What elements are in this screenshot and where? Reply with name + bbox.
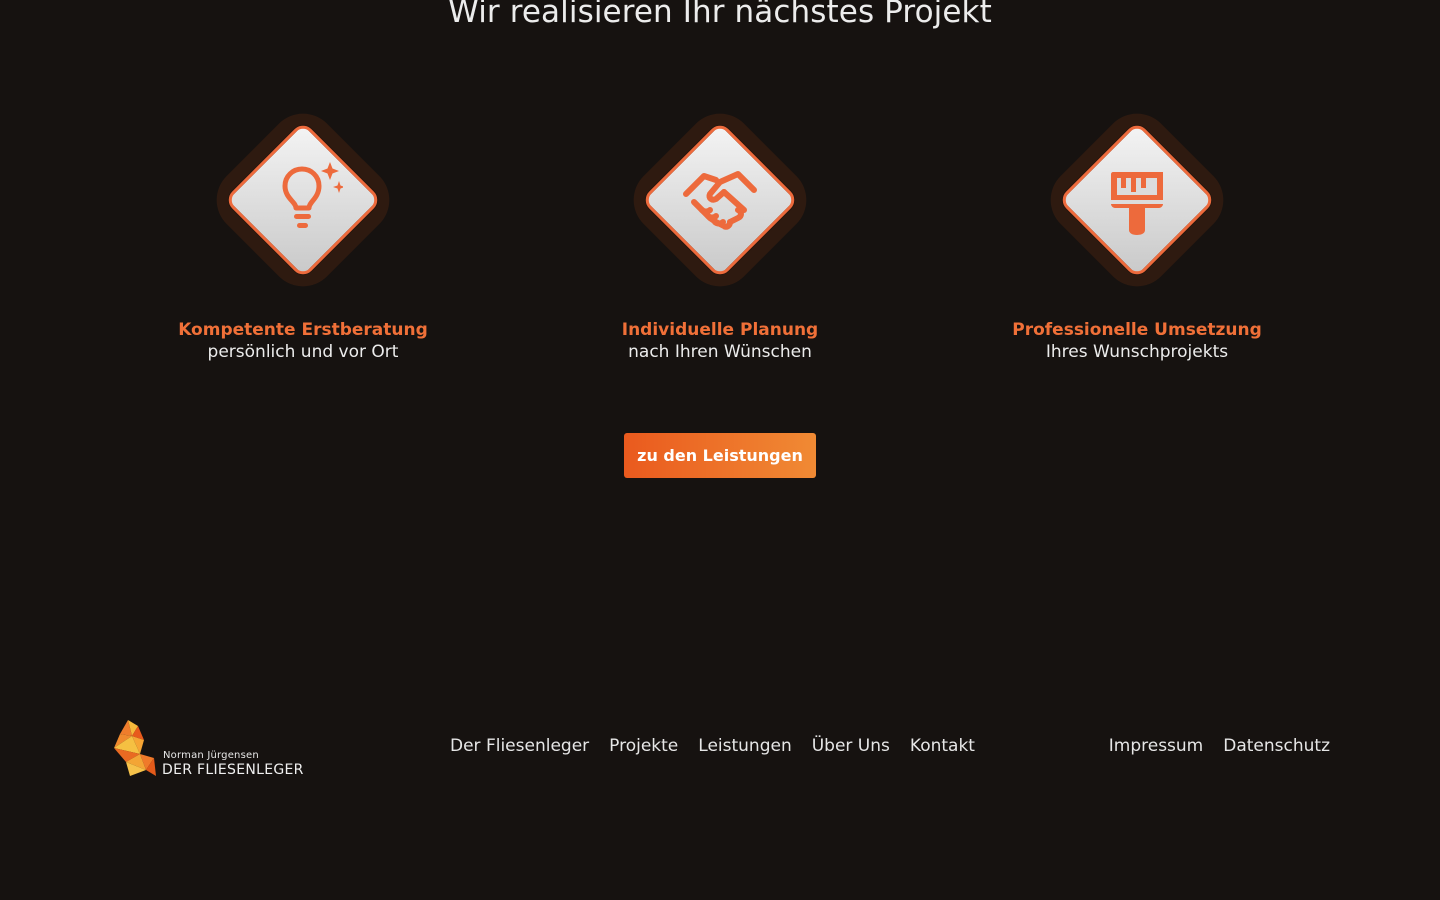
footer-link-impressum[interactable]: Impressum	[1109, 736, 1204, 756]
feature-consultation: Kompetente Erstberatung persönlich und v…	[153, 99, 453, 363]
footer-link-datenschutz[interactable]: Datenschutz	[1223, 736, 1330, 756]
bird-logo-icon	[114, 720, 156, 776]
footer-link-kontakt[interactable]: Kontakt	[910, 736, 975, 756]
paint-brush-icon	[1111, 172, 1163, 235]
feature-badge	[1036, 99, 1238, 301]
feature-title: Individuelle Planung	[621, 320, 819, 340]
features-row: Kompetente Erstberatung persönlich und v…	[0, 99, 1440, 380]
feature-implementation: Professionelle Umsetzung Ihres Wunschpro…	[987, 99, 1287, 363]
feature-badge	[202, 99, 404, 301]
feature-planning: Individuelle Planung nach Ihren Wünschen	[570, 99, 870, 363]
feature-subtitle: Ihres Wunschprojekts	[1045, 342, 1229, 362]
footer-logo[interactable]: Norman Jürgensen DER FLIESENLEGER	[110, 718, 330, 782]
footer-nav: Der Fliesenleger Projekte Leistungen Übe…	[450, 736, 975, 756]
feature-title: Professionelle Umsetzung	[1012, 320, 1262, 340]
logo-owner-name: Norman Jürgensen	[163, 750, 259, 761]
feature-title: Kompetente Erstberatung	[178, 320, 428, 340]
footer-legal-nav: Impressum Datenschutz	[1109, 736, 1330, 756]
logo-company-name: DER FLIESENLEGER	[162, 762, 304, 778]
footer-link-der-fliesenleger[interactable]: Der Fliesenleger	[450, 736, 589, 756]
feature-badge	[619, 99, 821, 301]
feature-subtitle: persönlich und vor Ort	[207, 342, 399, 362]
feature-subtitle: nach Ihren Wünschen	[628, 342, 812, 362]
footer-link-projekte[interactable]: Projekte	[609, 736, 678, 756]
section-title: Wir realisieren Ihr nächstes Projekt	[448, 0, 992, 30]
lightbulb-icon	[282, 162, 343, 228]
footer-link-ueber-uns[interactable]: Über Uns	[812, 736, 890, 756]
handshake-icon	[683, 171, 757, 230]
services-button[interactable]: zu den Leistungen	[624, 433, 816, 478]
footer-link-leistungen[interactable]: Leistungen	[698, 736, 791, 756]
